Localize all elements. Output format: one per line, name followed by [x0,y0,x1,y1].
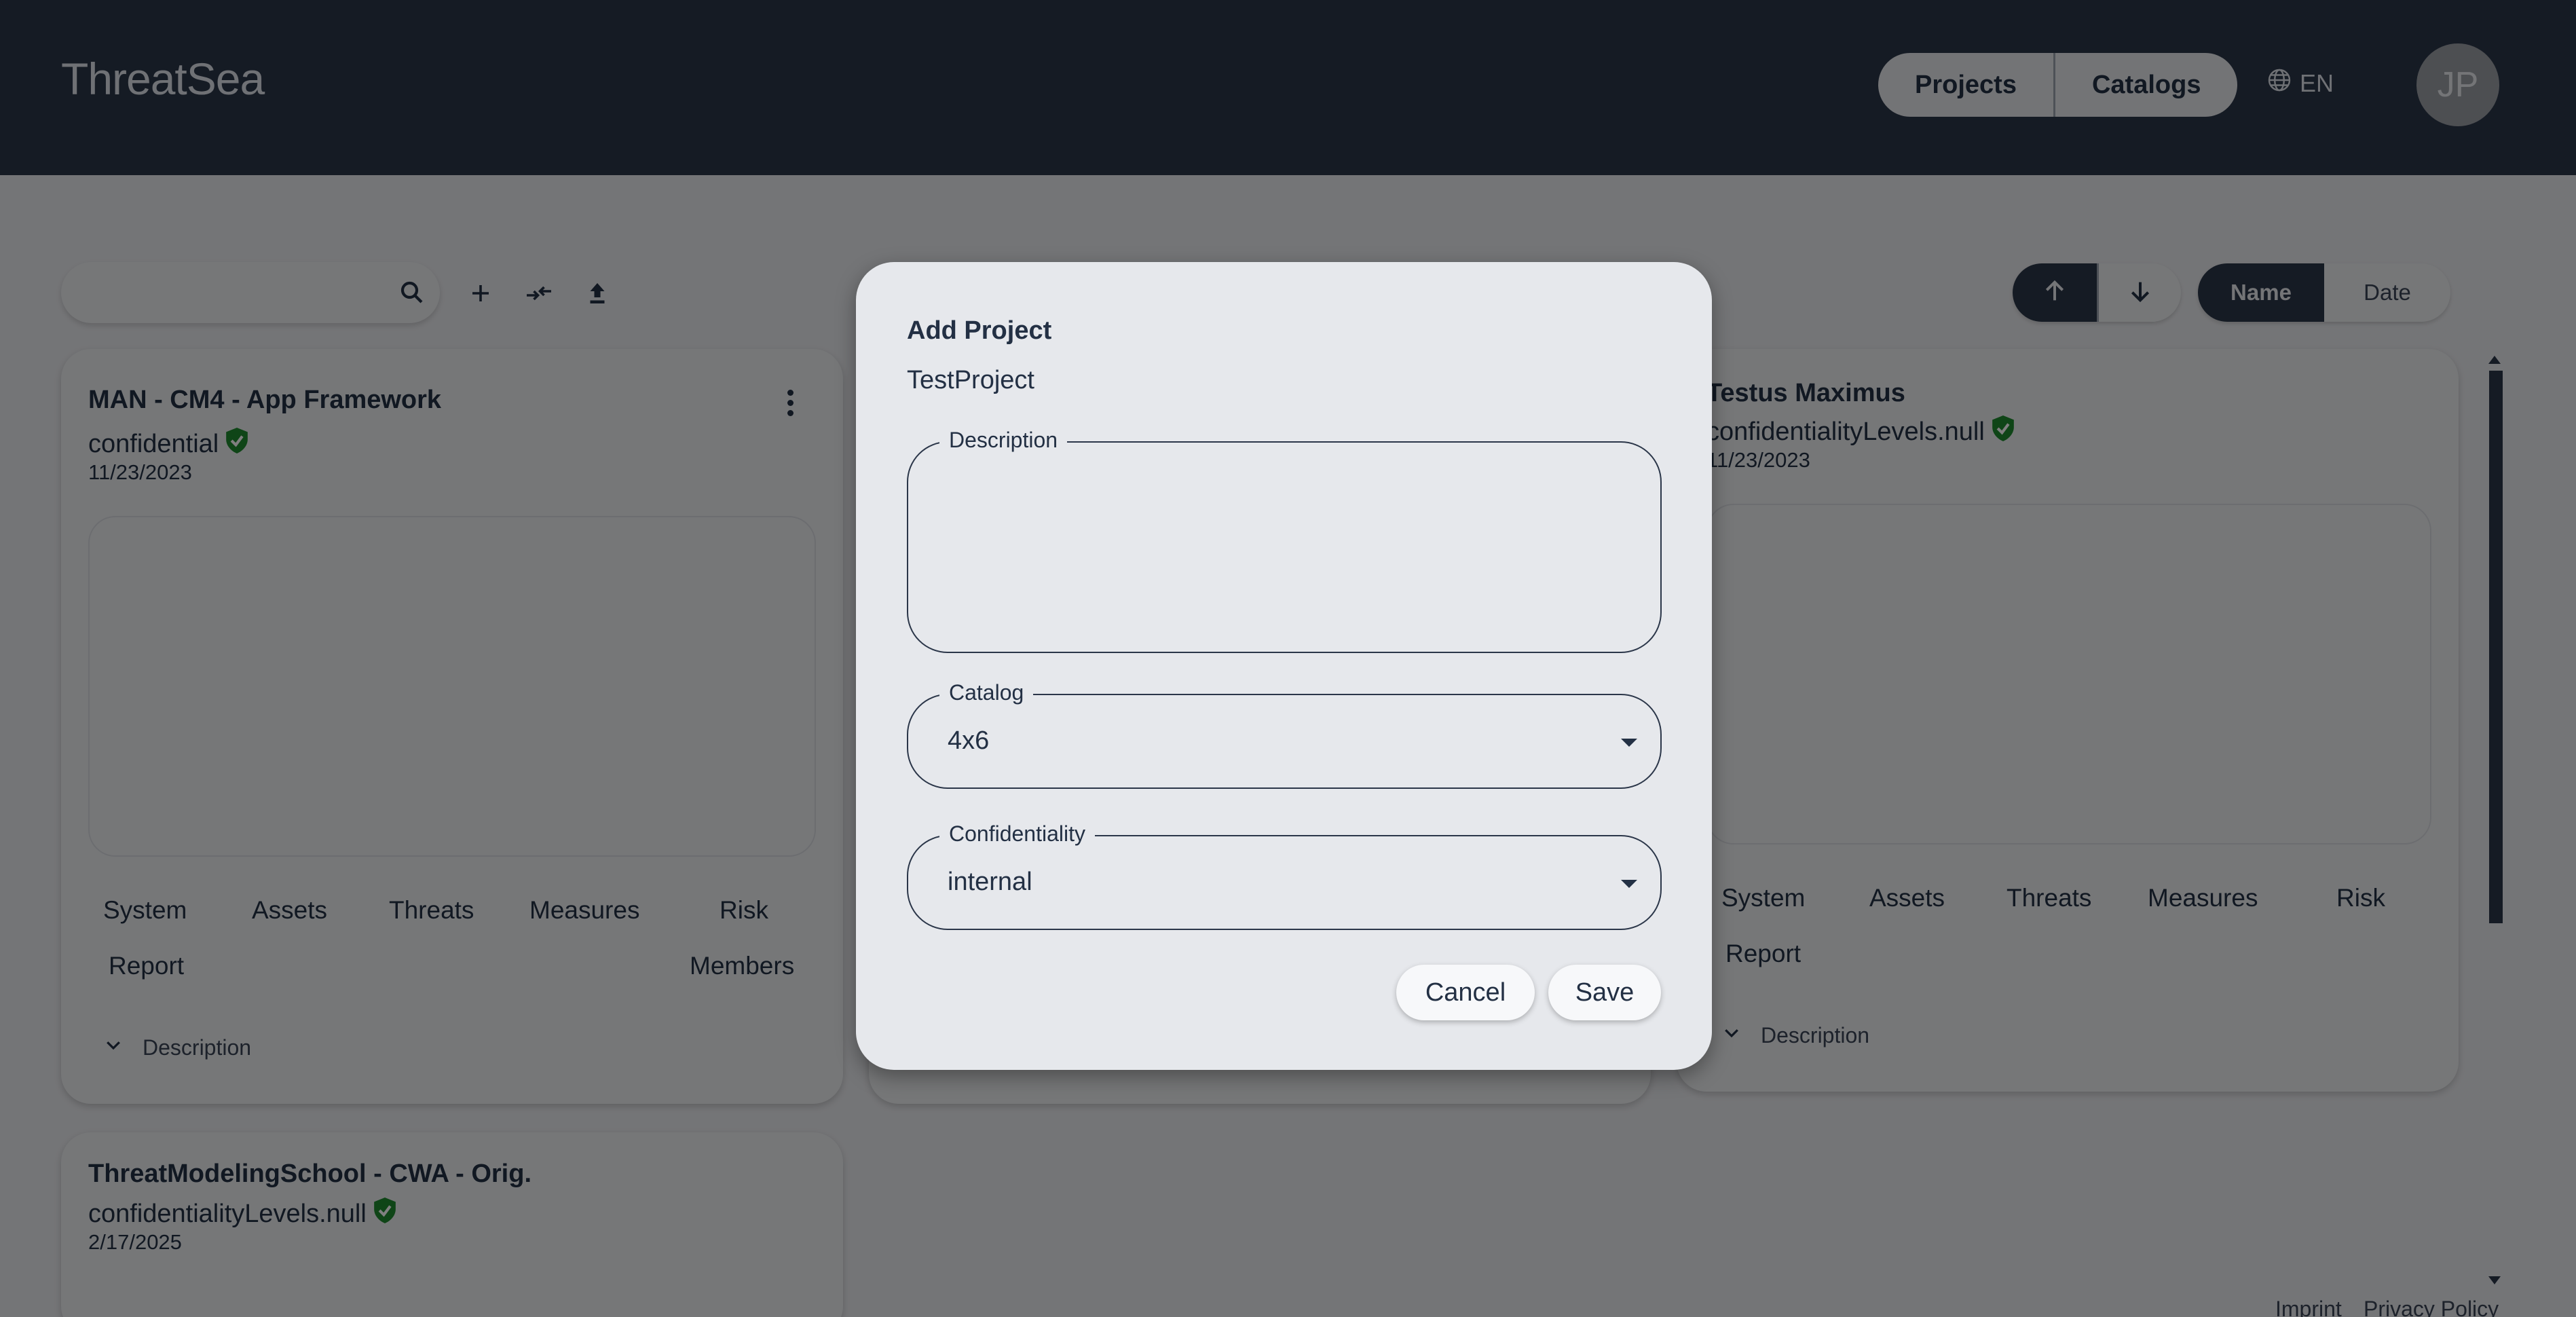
confidentiality-select[interactable]: Confidentiality internal [907,821,1662,930]
add-project-dialog: Add Project TestProject Description Cata… [856,262,1712,1070]
project-name-field[interactable]: TestProject [907,366,1034,395]
catalog-select-value: 4x6 [948,726,990,755]
caret-down-icon [1621,739,1637,747]
cancel-button[interactable]: Cancel [1396,965,1535,1020]
catalog-field-label: Catalog [939,680,1034,705]
description-field-label: Description [939,428,1068,453]
confidentiality-select-value: internal [948,868,1032,896]
dialog-title: Add Project [907,316,1052,345]
description-field[interactable]: Description [907,428,1662,653]
save-button[interactable]: Save [1548,965,1661,1020]
catalog-select[interactable]: Catalog 4x6 [907,680,1662,789]
description-input[interactable] [948,470,1633,625]
confidentiality-field-label: Confidentiality [939,821,1095,847]
caret-down-icon [1621,880,1637,888]
